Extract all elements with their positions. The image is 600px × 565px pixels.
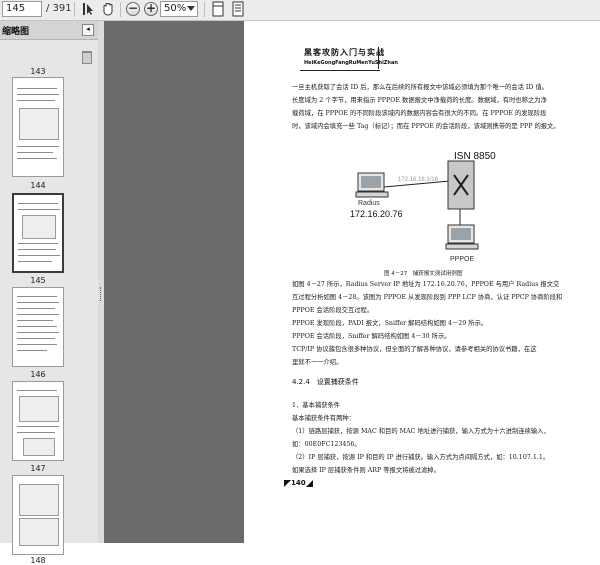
toolbar-separator bbox=[120, 2, 121, 17]
thumbnail-label: 145 bbox=[30, 276, 46, 285]
thumbnail-label: 147 bbox=[30, 464, 46, 473]
thumbnail-page-145[interactable] bbox=[12, 287, 64, 367]
document-page: 黑客攻防入门与实战 HeiKeGongFangRuMenYuShiZhan 一旦… bbox=[244, 21, 600, 543]
text-line: 基本捕获条件有两种： bbox=[292, 415, 355, 422]
radius-server-icon bbox=[355, 172, 389, 198]
fit-width-icon[interactable] bbox=[230, 1, 246, 17]
network-diagram: ISN 8850 172.16.16.1/16 Radius 172.16.20… bbox=[332, 149, 542, 279]
zoom-in-icon[interactable]: + bbox=[144, 1, 158, 16]
zoom-level-select[interactable]: 50% bbox=[160, 1, 198, 17]
running-header-title: 黑客攻防入门与实战 bbox=[304, 48, 385, 57]
thumbnail-page-144[interactable] bbox=[12, 193, 64, 273]
paragraph-3: 1．基本捕获条件 基本捕获条件有两种： （1）链路层捕获，按源 MAC 和目的 … bbox=[292, 399, 550, 477]
isn-ip-label: 172.16.16.1/16 bbox=[398, 177, 439, 183]
text-line: PPPOE 会话阶段交互过程。 bbox=[292, 307, 374, 314]
text-line: 时，该域内会填充一些 Tag（标记）；而在 PPPOE 的会话阶段，该域则携带的… bbox=[292, 123, 560, 130]
thumbnail-label: 146 bbox=[30, 370, 46, 379]
toolbar-separator bbox=[204, 2, 205, 17]
text-line: （1）链路层捕获，按源 MAC 和目的 MAC 地址进行捕获，输入方式为十六进制… bbox=[292, 428, 550, 435]
header-divider bbox=[378, 47, 379, 69]
radius-ip-label: 172.16.20.76 bbox=[350, 209, 403, 219]
text-line: 如：00E0FC123456。 bbox=[292, 441, 361, 448]
text-line: 如图 4－27 所示，Radius Server IP 地址为 172.16.2… bbox=[292, 281, 560, 288]
text-line: PPPOE 会话阶段，Sniffer 解码结构如图 4－30 所示。 bbox=[292, 333, 451, 340]
text-line: 载荷域，在 PPPOE 的不同阶段该域内的数据内容会有很大的不同。在 PPPOE… bbox=[292, 110, 547, 117]
figure-caption: 图 4－27 捕获报文测试用例图 bbox=[384, 271, 463, 277]
hand-tool-icon[interactable] bbox=[100, 1, 116, 17]
text-line: （2）IP 层捕获，按源 IP 和目的 IP 进行捕获。输入方式为点间隔方式，如… bbox=[292, 454, 550, 461]
toolbar: 145 / 391 − + 50% bbox=[0, 0, 600, 21]
page-number: 140 bbox=[284, 479, 313, 487]
header-rule bbox=[300, 70, 380, 71]
thumbnails-header: 缩略图 ◂ bbox=[0, 21, 98, 40]
text-line: TCP/IP 协议簇包含很多种协议，但全面的了解各种协议，请参考相关的协议书籍，… bbox=[292, 346, 537, 353]
paragraph-2: 如图 4－27 所示，Radius Server IP 地址为 172.16.2… bbox=[292, 278, 562, 369]
text-line: 长度域为 2 个字节，用来指示 PPPOE 数据报文中净载荷的长度。数据域，有时… bbox=[292, 97, 547, 104]
thumbnail-label: 148 bbox=[30, 556, 46, 565]
page-number-input[interactable]: 145 bbox=[2, 1, 42, 17]
pppoe-label: PPPOE bbox=[450, 256, 474, 263]
paragraph-1: 一旦主机获取了会话 ID 后，那么在后续的所有报文中该域必须填为那个唯一的会话 … bbox=[292, 81, 560, 133]
thumbnail-label: 144 bbox=[30, 181, 46, 190]
zoom-level-value: 50% bbox=[164, 3, 187, 14]
text-line: 一旦主机获取了会话 ID 后，那么在后续的所有报文中该域必须填为那个唯一的会话 … bbox=[292, 84, 549, 91]
document-viewer-background bbox=[104, 21, 244, 543]
thumbnail-label: 143 bbox=[30, 67, 46, 76]
thumbnail-page-147[interactable] bbox=[12, 475, 64, 555]
zoom-out-icon[interactable]: − bbox=[126, 1, 140, 16]
page-number-text: 140 bbox=[291, 479, 306, 487]
thumbnail-page-143[interactable] bbox=[12, 77, 64, 177]
panel-collapse-button[interactable]: ◂ bbox=[82, 24, 94, 36]
thumbnails-panel: 缩略图 ◂ 143 144 145 146 147 148 bbox=[0, 21, 99, 565]
splitter-grip-icon[interactable] bbox=[100, 287, 103, 301]
isn-label: ISN 8850 bbox=[454, 151, 496, 162]
radius-label: Radius bbox=[358, 200, 380, 207]
pppoe-client-icon bbox=[445, 224, 479, 250]
text-line: 1．基本捕获条件 bbox=[292, 402, 341, 409]
section-heading: 4.2.4 设置捕获条件 bbox=[292, 378, 359, 386]
text-line: 里就不一一介绍。 bbox=[292, 359, 343, 366]
running-header-pinyin: HeiKeGongFangRuMenYuShiZhan bbox=[304, 60, 398, 66]
total-pages-label: / 391 bbox=[46, 3, 72, 14]
fit-page-icon[interactable] bbox=[210, 1, 226, 17]
text-line: 如果选择 IP 层捕获条件则 ARP 等报文将被过滤掉。 bbox=[292, 467, 440, 474]
thumbnails-title: 缩略图 bbox=[2, 27, 30, 37]
trash-icon[interactable] bbox=[82, 51, 92, 64]
thumbnail-page-146[interactable] bbox=[12, 381, 64, 461]
select-tool-icon[interactable] bbox=[80, 1, 96, 17]
chevron-down-icon bbox=[187, 6, 195, 11]
isn-switch-icon bbox=[447, 160, 475, 210]
text-line: 互过程分析如图 4－28。该图为 PPPOE 从发现阶段到 PPP LCP 协商… bbox=[292, 294, 563, 301]
toolbar-separator bbox=[74, 2, 75, 17]
text-line: PPPOE 发现阶段，PADI 报文，Sniffer 解码结构如图 4－29 所… bbox=[292, 320, 488, 327]
